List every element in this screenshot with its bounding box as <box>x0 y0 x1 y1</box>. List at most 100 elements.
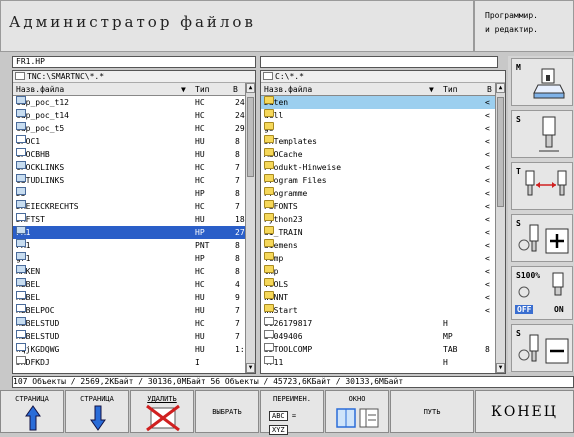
file-icon <box>16 161 26 169</box>
selected-file-field[interactable]: FR1.HP <box>12 56 256 68</box>
file-size: < <box>485 202 490 211</box>
file-row[interactable]: CSTUDLINKS HC 7 <box>13 174 245 187</box>
scroll-up-icon[interactable]: ▲ <box>496 83 505 93</box>
machine-icon <box>533 68 565 99</box>
file-row[interactable]: WWStart < <box>261 304 495 317</box>
left-scroll-thumb[interactable] <box>247 97 254 177</box>
file-row[interactable]: FR1 PNT 8 <box>13 239 245 252</box>
s-minus-box[interactable]: S <box>511 324 573 372</box>
right-scrollbar[interactable]: ▲ ▼ <box>495 83 505 373</box>
file-row[interactable]: Daten < <box>261 96 495 109</box>
select-button[interactable]: ВЫБРАТЬ <box>195 390 259 433</box>
end-button[interactable]: КОНЕЦ <box>475 390 574 433</box>
file-row[interactable]: CPOCKLINKS HC 7 <box>13 161 245 174</box>
left-scrollbar[interactable]: ▲ ▼ <box>245 83 255 373</box>
file-type: HC <box>195 124 205 133</box>
file-row[interactable]: D5 HP 8 <box>13 187 245 200</box>
document-icon <box>264 356 274 364</box>
file-row[interactable]: cap_poc_t12 HC 24 <box>13 96 245 109</box>
file-row[interactable]: 0026179817 H <box>261 317 495 330</box>
file-row[interactable]: HEBELPOC HU 7 <box>13 304 245 317</box>
path-button[interactable]: ПУТЬ <box>390 390 474 433</box>
col-b-header[interactable]: B <box>233 83 238 96</box>
file-row[interactable]: 3DTOOLCOMP TAB 8 <box>261 343 495 356</box>
file-row[interactable]: gr1 HP 8 <box>13 252 245 265</box>
document-icon <box>264 343 274 351</box>
file-row[interactable]: tmp < <box>261 265 495 278</box>
spindle-minus-icon <box>518 334 569 364</box>
file-row[interactable]: CPOCBHB HU 8 <box>13 148 245 161</box>
file-row[interactable]: TOOLS < <box>261 278 495 291</box>
delete-button[interactable]: УДАЛИТЬ <box>130 390 194 433</box>
right-scroll-thumb[interactable] <box>497 97 504 207</box>
file-row[interactable]: WINNT < <box>261 291 495 304</box>
col-type-header[interactable]: Тип <box>195 83 209 96</box>
file-row[interactable]: DREIECKRECHTS HC 7 <box>13 200 245 213</box>
file-row[interactable]: Programme < <box>261 187 495 200</box>
folder-icon <box>264 135 274 143</box>
right-file-panel: C:\*.* Назв.файла ▼ Тип B Daten < dell < gs <… <box>260 70 506 374</box>
scroll-down-icon[interactable]: ▼ <box>246 363 255 373</box>
file-row[interactable]: dell < <box>261 109 495 122</box>
file-row[interactable]: Program Files < <box>261 174 495 187</box>
file-row[interactable]: HEBELSTUD HU 7 <box>13 330 245 343</box>
file-row[interactable]: 4711 H <box>261 356 495 369</box>
file-row[interactable]: JHTemplates < <box>261 135 495 148</box>
target-file-field[interactable] <box>260 56 498 68</box>
file-row[interactable]: cap_poc_t14 HC 24 <box>13 109 245 122</box>
file-row[interactable]: JHDFKDJ I <box>13 356 245 369</box>
file-type: HP <box>195 228 205 237</box>
file-row[interactable]: DXFTST HU 18 <box>13 213 245 226</box>
sort-down-icon[interactable]: ▼ <box>429 83 434 96</box>
page-up-button[interactable]: СТРАНИЦА <box>0 390 64 433</box>
file-row[interactable]: 34049406 MP <box>261 330 495 343</box>
machine-status-sidebar: M S T S S100% OFF ON S <box>508 56 574 372</box>
file-name: hqjKGDQWG <box>16 343 59 356</box>
file-name: Produkt-Hinweise <box>264 161 341 174</box>
file-name: 34049406 <box>264 330 303 343</box>
file-row[interactable]: SI_TRAIN < <box>261 226 495 239</box>
file-row[interactable]: Temp < <box>261 252 495 265</box>
rename-icon: ABC = XYZ <box>269 409 317 435</box>
col-b-header[interactable]: B <box>487 83 492 96</box>
window-button[interactable]: ОКНО <box>325 390 389 433</box>
file-row[interactable]: CPOC1 HU 8 <box>13 135 245 148</box>
file-row[interactable]: MSOCache < <box>261 148 495 161</box>
col-name-header[interactable]: Назв.файла <box>16 83 64 96</box>
file-row[interactable]: FR1 HP 27 <box>13 226 245 239</box>
file-type: HU <box>195 137 205 146</box>
file-row[interactable]: HEBELSTUD HC 7 <box>13 317 245 330</box>
page-down-button[interactable]: СТРАНИЦА <box>65 390 129 433</box>
scroll-up-icon[interactable]: ▲ <box>246 83 255 93</box>
file-row[interactable]: HEBEL HC 4 <box>13 278 245 291</box>
page-title: Администратор файлов <box>9 13 256 31</box>
rename-button[interactable]: ПЕРЕИМЕН. ABC = XYZ <box>260 390 324 435</box>
file-row[interactable]: PSFONTS < <box>261 200 495 213</box>
col-type-header[interactable]: Тип <box>443 83 457 96</box>
file-name: dell <box>264 109 283 122</box>
program-file-icon <box>16 213 26 221</box>
off-toggle[interactable]: OFF <box>515 305 534 314</box>
file-row[interactable]: hqjKGDQWG HU 1: <box>13 343 245 356</box>
scroll-down-icon[interactable]: ▼ <box>496 363 505 373</box>
file-row[interactable]: HAKEN HC 8 <box>13 265 245 278</box>
file-row[interactable]: Produkt-Hinweise < <box>261 161 495 174</box>
file-name: FR1 <box>16 226 30 239</box>
file-size: 8 <box>235 254 240 263</box>
file-size: 7 <box>235 306 240 315</box>
file-row[interactable]: cap_poc_t5 HC 29 <box>13 122 245 135</box>
on-toggle[interactable]: ON <box>554 305 564 314</box>
file-size: 8 <box>235 189 240 198</box>
file-row[interactable]: Python23 < <box>261 213 495 226</box>
file-name-text: Produkt-Hinweise <box>264 163 342 172</box>
sort-down-icon[interactable]: ▼ <box>181 83 186 96</box>
s-plus-box[interactable]: S <box>511 214 573 262</box>
file-name: JHTemplates <box>264 135 317 148</box>
file-name: cap_poc_t5 <box>16 122 64 135</box>
file-row[interactable]: Siemens < <box>261 239 495 252</box>
path-label: ПУТЬ <box>423 408 441 416</box>
file-row[interactable]: gs < <box>261 122 495 135</box>
file-name: D5 <box>16 187 26 200</box>
col-name-header[interactable]: Назв.файла <box>264 83 312 96</box>
file-row[interactable]: HEBEL HU 9 <box>13 291 245 304</box>
